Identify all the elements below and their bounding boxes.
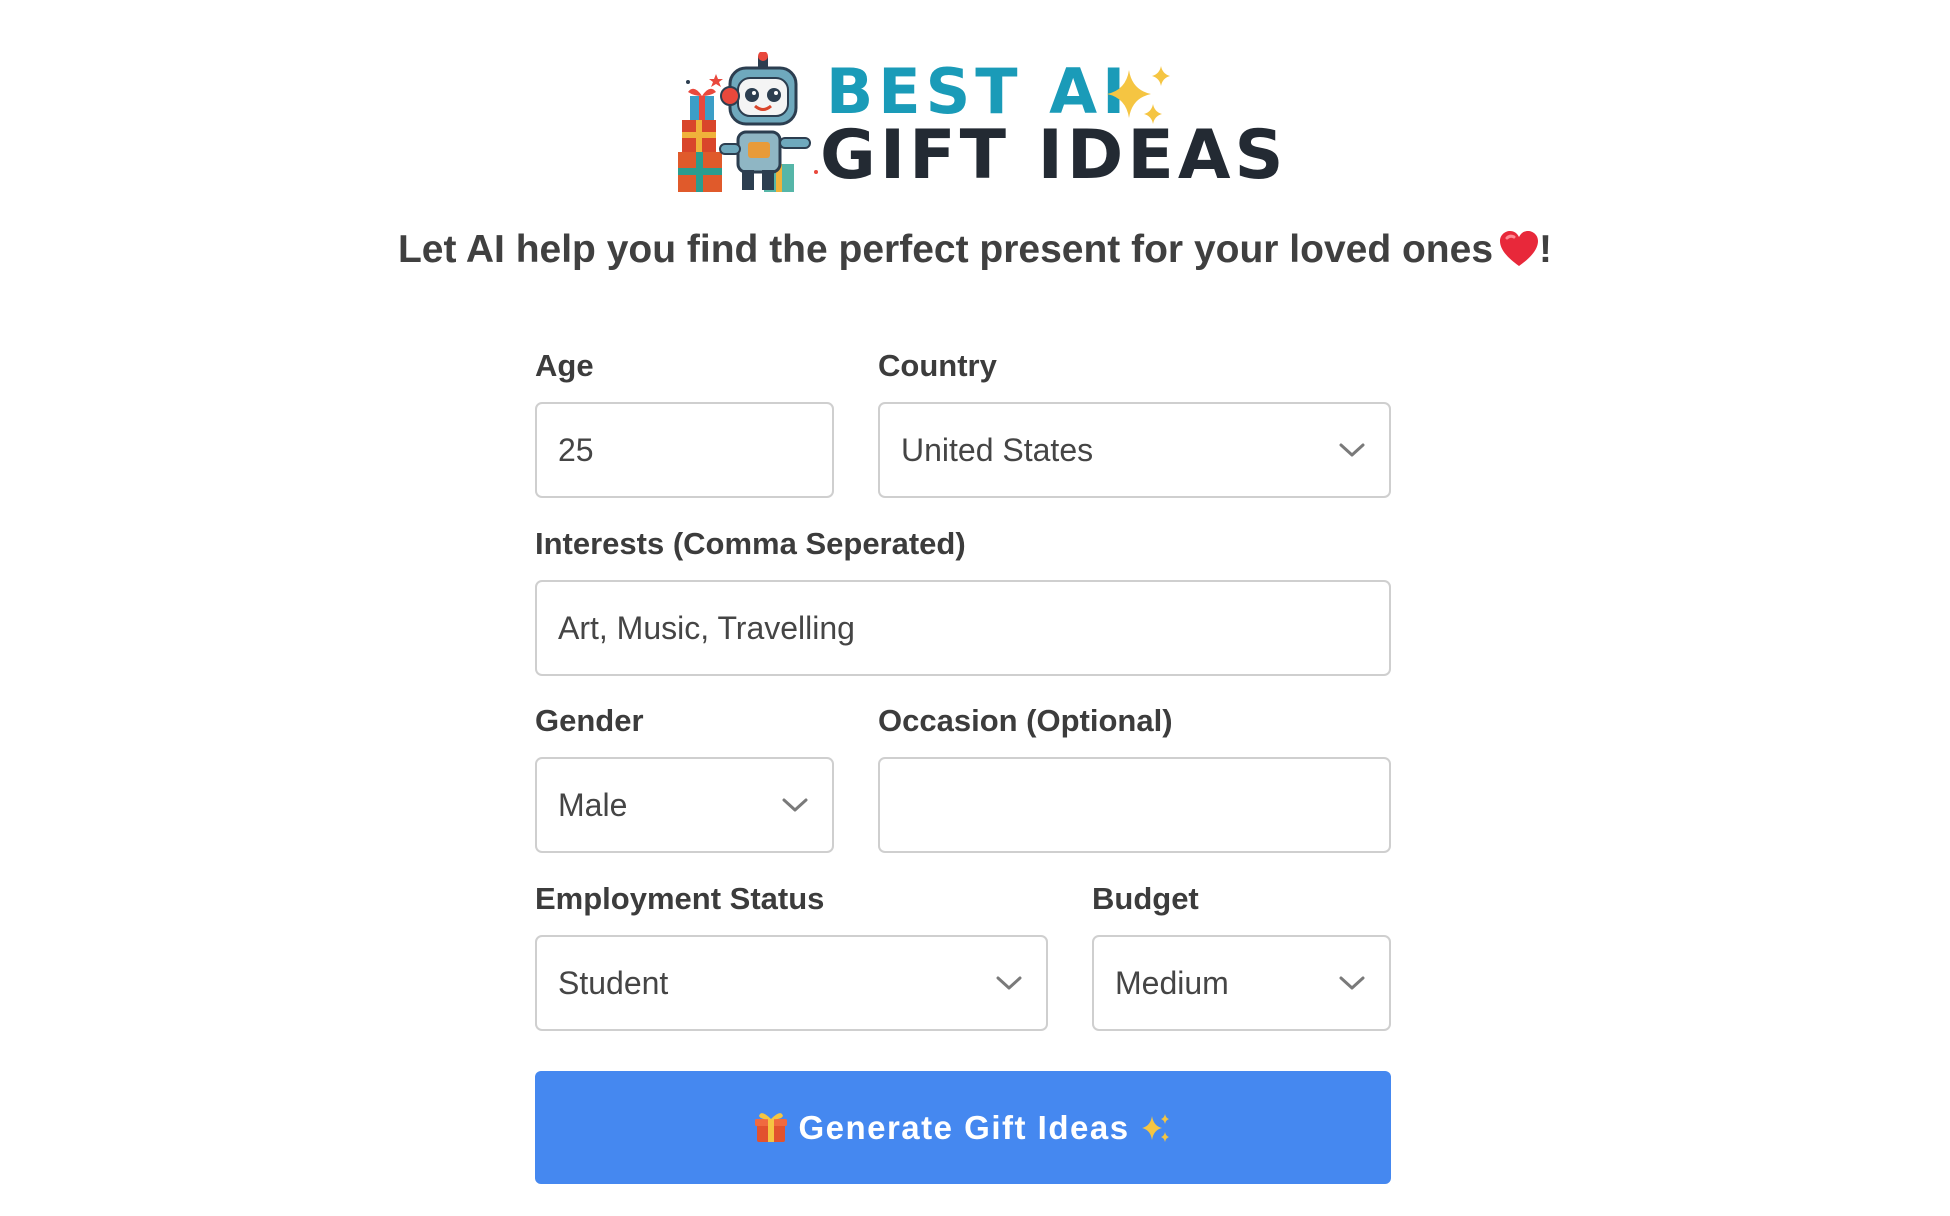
robot-with-gifts-icon	[678, 52, 818, 192]
logo-title-line2: GIFT IDEAS	[820, 116, 1288, 195]
interests-input-value: Art, Music, Travelling	[558, 610, 855, 646]
budget-select[interactable]: Medium	[1092, 935, 1391, 1031]
age-input[interactable]: 25	[535, 402, 834, 498]
interests-input[interactable]: Art, Music, Travelling	[535, 580, 1391, 676]
chevron-down-icon	[782, 798, 808, 812]
logo[interactable]: BEST AI GIFT IDEAS	[676, 52, 1283, 196]
tagline-suffix: !	[1539, 228, 1553, 271]
country-label: Country	[878, 348, 997, 383]
gender-select-value: Male	[558, 787, 628, 823]
sparkles-icon	[1141, 1114, 1169, 1142]
chevron-down-icon	[996, 976, 1022, 990]
interests-label: Interests (Comma Seperated)	[535, 526, 966, 561]
country-select[interactable]: United States	[878, 402, 1391, 498]
gender-label: Gender	[535, 703, 644, 738]
budget-select-value: Medium	[1115, 965, 1229, 1001]
chevron-down-icon	[1339, 976, 1365, 990]
gift-icon	[755, 1113, 788, 1142]
chevron-down-icon	[1339, 443, 1365, 457]
page: BEST AI GIFT IDEAS Let AI help you find …	[0, 0, 1950, 1216]
age-label: Age	[535, 348, 594, 383]
red-heart-icon	[1500, 231, 1539, 266]
country-select-value: United States	[901, 432, 1094, 468]
tagline: Let AI help you find the perfect present…	[0, 222, 1950, 278]
employment-status-label: Employment Status	[535, 881, 825, 916]
occasion-label: Occasion (Optional)	[878, 703, 1173, 738]
generate-button-label: Generate Gift Ideas	[798, 1109, 1130, 1146]
age-input-value: 25	[558, 432, 594, 468]
tagline-text: Let AI help you find the perfect present…	[397, 228, 1494, 271]
employment-status-select[interactable]: Student	[535, 935, 1048, 1031]
generate-gift-ideas-button[interactable]: Generate Gift Ideas	[535, 1071, 1391, 1184]
budget-label: Budget	[1092, 881, 1199, 916]
occasion-input[interactable]	[878, 757, 1391, 853]
employment-status-select-value: Student	[558, 965, 669, 1001]
gender-select[interactable]: Male	[535, 757, 834, 853]
